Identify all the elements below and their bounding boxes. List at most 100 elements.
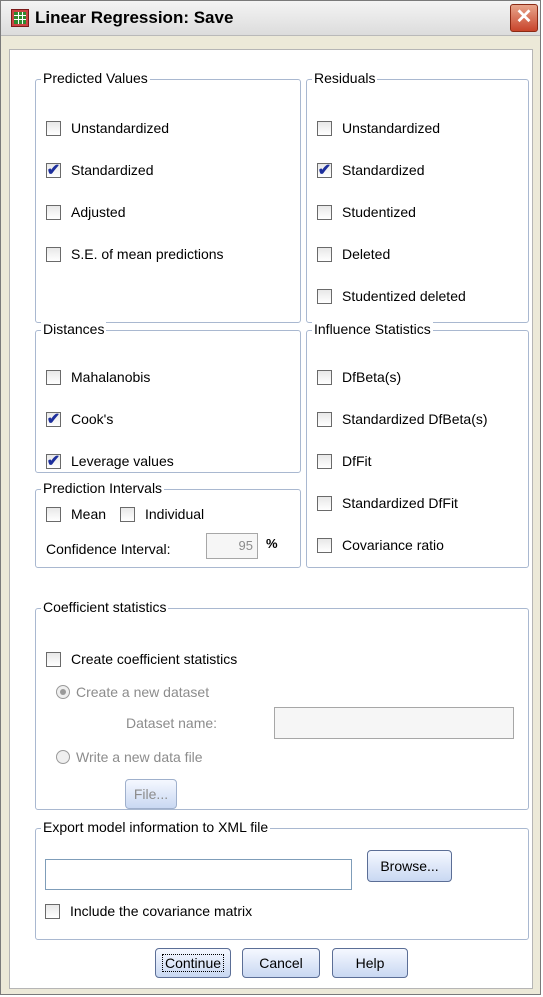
residuals-studentized-deleted-checkbox[interactable]: Studentized deleted <box>317 288 466 304</box>
checkbox-box[interactable] <box>46 204 61 220</box>
checkbox-box[interactable] <box>317 120 332 136</box>
radio-dot-icon <box>60 689 66 695</box>
checkbox-label: Standardized DfFit <box>342 495 458 511</box>
checkbox-label: DfBeta(s) <box>342 369 402 385</box>
browse-button[interactable]: Browse... <box>367 850 452 882</box>
checkbox-label: Adjusted <box>71 204 126 220</box>
influence-dffit-checkbox[interactable]: DfFit <box>317 453 372 469</box>
window-title: Linear Regression: Save <box>35 8 234 27</box>
distances-group: Distances Mahalanobis ✔ Cook's ✔ Leverag… <box>35 321 301 473</box>
radio-circle[interactable] <box>56 750 70 764</box>
checkbox-label: Deleted <box>342 246 391 262</box>
radio-circle[interactable] <box>56 685 70 699</box>
influence-covariance-ratio-checkbox[interactable]: Covariance ratio <box>317 537 444 553</box>
influence-dfbeta-checkbox[interactable]: DfBeta(s) <box>317 369 401 385</box>
checkbox-label: Include the covariance matrix <box>70 903 253 919</box>
checkbox-label: Create coefficient statistics <box>71 651 238 667</box>
checkbox-label: Standardized <box>71 162 154 178</box>
influence-std-dffit-checkbox[interactable]: Standardized DfFit <box>317 495 458 511</box>
checkbox-label: Unstandardized <box>342 120 441 136</box>
continue-button-label: Continue <box>161 954 225 972</box>
prediction-intervals-group: Prediction Intervals Mean Individual Con… <box>35 480 301 568</box>
residuals-unstandardized-checkbox[interactable]: Unstandardized <box>317 120 440 136</box>
checkmark-icon: ✔ <box>46 410 61 428</box>
export-xml-legend: Export model information to XML file <box>41 819 271 835</box>
checkbox-box[interactable] <box>120 506 135 522</box>
checkbox-label: Unstandardized <box>71 120 170 136</box>
influence-statistics-legend: Influence Statistics <box>312 321 433 337</box>
checkbox-box[interactable]: ✔ <box>46 453 61 469</box>
checkbox-box[interactable] <box>317 204 332 220</box>
interval-individual-checkbox[interactable]: Individual <box>120 506 204 522</box>
dialog-window: Linear Regression: Save ✕ Predicted Valu… <box>0 0 541 995</box>
checkbox-label: Studentized <box>342 204 416 220</box>
title-bar[interactable]: Linear Regression: Save ✕ <box>1 1 540 36</box>
predicted-values-group: Predicted Values Unstandardized ✔ Standa… <box>35 70 301 323</box>
predicted-values-legend: Predicted Values <box>41 70 150 86</box>
residuals-deleted-checkbox[interactable]: Deleted <box>317 246 390 262</box>
write-new-data-file-radio[interactable]: Write a new data file <box>56 749 203 765</box>
prediction-intervals-legend: Prediction Intervals <box>41 480 165 496</box>
radio-label: Write a new data file <box>76 749 203 765</box>
cancel-button[interactable]: Cancel <box>242 948 320 978</box>
help-button[interactable]: Help <box>332 948 408 978</box>
predicted-unstandardized-checkbox[interactable]: Unstandardized <box>46 120 169 136</box>
checkbox-box[interactable] <box>317 495 332 511</box>
checkbox-box[interactable]: ✔ <box>317 161 332 179</box>
file-button[interactable]: File... <box>125 779 177 809</box>
checkbox-box[interactable] <box>46 369 61 385</box>
residuals-standardized-checkbox[interactable]: ✔ Standardized <box>317 162 425 178</box>
checkbox-box[interactable] <box>317 411 332 427</box>
checkbox-box[interactable] <box>317 288 332 304</box>
interval-mean-checkbox[interactable]: Mean <box>46 506 106 522</box>
dataset-name-input[interactable] <box>274 707 514 739</box>
checkbox-label: Leverage values <box>71 453 174 469</box>
influence-std-dfbeta-checkbox[interactable]: Standardized DfBeta(s) <box>317 411 488 427</box>
confidence-interval-label: Confidence Interval: <box>46 541 171 557</box>
checkbox-box[interactable] <box>317 369 332 385</box>
checkbox-box[interactable]: ✔ <box>46 161 61 179</box>
dialog-content: Predicted Values Unstandardized ✔ Standa… <box>9 49 533 989</box>
predicted-adjusted-checkbox[interactable]: Adjusted <box>46 204 125 220</box>
checkbox-label: Studentized deleted <box>342 288 466 304</box>
dataset-name-label: Dataset name: <box>126 715 218 731</box>
checkbox-box[interactable]: ✔ <box>46 410 61 428</box>
checkbox-box[interactable] <box>317 453 332 469</box>
checkbox-box[interactable] <box>46 246 61 262</box>
include-covariance-matrix-checkbox[interactable]: Include the covariance matrix <box>45 903 252 919</box>
confidence-interval-input[interactable]: 95 <box>206 533 258 559</box>
xml-file-path-input[interactable] <box>45 859 352 890</box>
create-coefficient-statistics-checkbox[interactable]: Create coefficient statistics <box>46 651 237 667</box>
radio-label: Create a new dataset <box>76 684 210 700</box>
checkbox-label: Covariance ratio <box>342 537 444 553</box>
create-new-dataset-radio[interactable]: Create a new dataset <box>56 684 209 700</box>
residuals-legend: Residuals <box>312 70 378 86</box>
checkbox-box[interactable] <box>46 120 61 136</box>
checkmark-icon: ✔ <box>46 161 61 179</box>
distances-cooks-checkbox[interactable]: ✔ Cook's <box>46 411 113 427</box>
influence-statistics-group: Influence Statistics DfBeta(s) Standardi… <box>306 321 529 568</box>
checkmark-icon: ✔ <box>317 161 332 179</box>
checkbox-box[interactable] <box>45 903 60 919</box>
checkbox-box[interactable] <box>317 246 332 262</box>
continue-button[interactable]: Continue <box>155 948 231 978</box>
percent-sign: % <box>266 536 278 551</box>
distances-mahalanobis-checkbox[interactable]: Mahalanobis <box>46 369 150 385</box>
checkbox-label: Individual <box>145 506 205 522</box>
spss-app-icon <box>11 9 29 27</box>
checkbox-label: Mahalanobis <box>71 369 151 385</box>
predicted-standardized-checkbox[interactable]: ✔ Standardized <box>46 162 154 178</box>
coefficient-statistics-legend: Coefficient statistics <box>41 599 169 615</box>
predicted-se-mean-checkbox[interactable]: S.E. of mean predictions <box>46 246 224 262</box>
distances-legend: Distances <box>41 321 107 337</box>
checkbox-box[interactable] <box>46 506 61 522</box>
checkbox-box[interactable] <box>46 651 61 667</box>
checkbox-label: Cook's <box>71 411 114 427</box>
close-button[interactable]: ✕ <box>510 4 538 32</box>
distances-leverage-checkbox[interactable]: ✔ Leverage values <box>46 453 174 469</box>
checkbox-label: S.E. of mean predictions <box>71 246 224 262</box>
checkbox-box[interactable] <box>317 537 332 553</box>
residuals-studentized-checkbox[interactable]: Studentized <box>317 204 416 220</box>
checkbox-label: Standardized <box>342 162 425 178</box>
checkbox-label: Mean <box>71 506 107 522</box>
